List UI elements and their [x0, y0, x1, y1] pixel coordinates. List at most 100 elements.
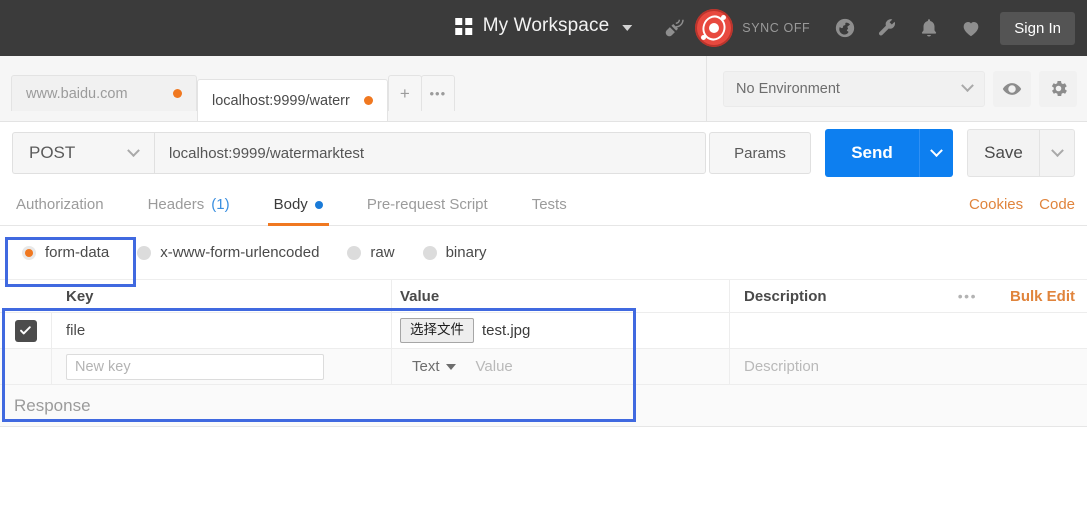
- request-tabs-list: www.baidu.com localhost:9999/waterr + ••…: [0, 56, 455, 121]
- row-key[interactable]: file: [52, 313, 392, 348]
- http-method-select[interactable]: POST: [12, 132, 154, 174]
- satellite-icon[interactable]: [653, 0, 695, 56]
- code-link[interactable]: Code: [1039, 196, 1075, 213]
- tab-options-button[interactable]: •••: [420, 75, 455, 111]
- http-method-label: POST: [29, 143, 76, 162]
- request-tab-strip: www.baidu.com localhost:9999/waterr + ••…: [0, 56, 1087, 122]
- value-type-select[interactable]: Text: [412, 358, 456, 375]
- environment-quick-look-button[interactable]: [993, 70, 1031, 107]
- radio-icon: [137, 245, 152, 260]
- request-tabs-links: Cookies Code: [969, 184, 1075, 225]
- row-checkbox-cell: [0, 349, 52, 384]
- form-data-table: Key Value Description ••• Bulk Edit file…: [0, 280, 1087, 385]
- radio-icon: [22, 245, 36, 260]
- tab-tests[interactable]: Tests: [510, 184, 589, 225]
- sign-in-button[interactable]: Sign In: [1000, 11, 1075, 45]
- row-enabled-checkbox[interactable]: [14, 319, 37, 342]
- chevron-down-icon: [622, 24, 633, 31]
- environment-select[interactable]: No Environment: [723, 70, 985, 107]
- tab-body[interactable]: Body: [252, 184, 345, 226]
- request-tab-baidu[interactable]: www.baidu.com: [11, 75, 197, 111]
- tab-label: Authorization: [16, 196, 104, 213]
- chevron-down-icon: [127, 143, 140, 157]
- sync-logo-icon: [695, 9, 734, 47]
- new-tab-button[interactable]: +: [387, 75, 422, 111]
- request-tab-localhost[interactable]: localhost:9999/waterr: [197, 79, 388, 121]
- body-type-label: form-data: [45, 244, 110, 261]
- new-key-cell: [52, 349, 392, 384]
- row-description[interactable]: [730, 313, 1087, 348]
- tab-authorization[interactable]: Authorization: [12, 184, 126, 225]
- globe-icon[interactable]: [824, 0, 866, 56]
- environment-label: No Environment: [736, 80, 840, 97]
- header-value: Value: [392, 280, 730, 312]
- wrench-icon[interactable]: [866, 0, 908, 56]
- unsaved-dot-icon: [173, 89, 182, 98]
- url-bar: POST Params Send Save: [0, 122, 1087, 184]
- headers-count: (1): [211, 196, 230, 213]
- unsaved-dot-icon: [363, 96, 373, 105]
- check-icon: [20, 326, 31, 335]
- chevron-down-icon: [930, 143, 943, 157]
- eye-icon: [1002, 82, 1022, 95]
- sync-status-group[interactable]: SYNC OFF: [695, 9, 824, 47]
- table-row: Text Value Description: [0, 349, 1087, 385]
- radio-icon: [347, 245, 362, 260]
- new-value-placeholder[interactable]: Value: [476, 358, 513, 375]
- body-type-selector: form-data x-www-form-urlencoded raw bina…: [0, 226, 1087, 280]
- row-value-cell: 选择文件 test.jpg: [392, 313, 730, 348]
- send-button[interactable]: Send: [825, 129, 919, 177]
- value-type-label: Text: [412, 358, 440, 375]
- workspace-selector[interactable]: My Workspace: [454, 15, 633, 37]
- grid-icon: [454, 17, 472, 35]
- workspace-title: My Workspace: [482, 15, 610, 36]
- request-section-tabs: Authorization Headers (1) Body Pre-reque…: [0, 184, 1087, 226]
- bell-icon[interactable]: [908, 0, 950, 56]
- row-checkbox-cell: [0, 313, 52, 348]
- caret-down-icon: [445, 363, 456, 370]
- header-description: Description: [744, 287, 827, 305]
- send-button-group: Send: [825, 129, 953, 177]
- header-key: Key: [52, 280, 392, 312]
- app-top-bar: My Workspace SYNC OFF Sign In: [0, 0, 1087, 56]
- save-button[interactable]: Save: [967, 129, 1039, 177]
- table-options-button[interactable]: •••: [958, 288, 977, 304]
- chevron-down-icon: [1050, 143, 1064, 157]
- params-button[interactable]: Params: [709, 132, 811, 174]
- response-section-header: Response: [0, 385, 1087, 427]
- body-type-form-data[interactable]: form-data: [22, 244, 109, 261]
- tab-label: Pre-request Script: [366, 196, 488, 213]
- body-type-urlencoded[interactable]: x-www-form-urlencoded: [137, 244, 319, 261]
- tab-headers[interactable]: Headers (1): [126, 184, 252, 225]
- chevron-down-icon: [961, 79, 974, 93]
- body-type-label: raw: [370, 244, 395, 261]
- request-tab-label: localhost:9999/waterr: [212, 92, 350, 109]
- save-options-button[interactable]: [1039, 129, 1075, 177]
- tab-label: Headers: [147, 196, 205, 213]
- body-type-binary[interactable]: binary: [422, 244, 487, 261]
- body-modified-dot-icon: [314, 200, 323, 209]
- header-description-cell: Description ••• Bulk Edit: [730, 280, 1087, 312]
- table-row: file 选择文件 test.jpg: [0, 313, 1087, 349]
- tab-label: Tests: [531, 196, 567, 213]
- gear-icon: [1051, 80, 1067, 97]
- header-checkbox-cell: [0, 280, 52, 312]
- send-options-button[interactable]: [919, 129, 953, 177]
- new-value-cell: Text Value: [392, 349, 730, 384]
- bulk-edit-link[interactable]: Bulk Edit: [1010, 288, 1075, 305]
- new-key-input[interactable]: [66, 353, 324, 380]
- tab-pre-request-script[interactable]: Pre-request Script: [345, 184, 510, 225]
- body-type-label: binary: [445, 244, 487, 261]
- body-type-raw[interactable]: raw: [347, 244, 395, 261]
- choose-file-button[interactable]: 选择文件: [400, 318, 474, 343]
- cookies-link[interactable]: Cookies: [969, 196, 1023, 213]
- environment-area: No Environment: [706, 56, 1077, 121]
- body-type-label: x-www-form-urlencoded: [160, 244, 320, 261]
- tab-label: Body: [273, 196, 308, 213]
- heart-icon[interactable]: [950, 0, 992, 56]
- response-body-area: [0, 427, 1087, 520]
- table-header-row: Key Value Description ••• Bulk Edit: [0, 280, 1087, 313]
- new-description-placeholder[interactable]: Description: [730, 349, 1087, 384]
- environment-settings-button[interactable]: [1039, 70, 1077, 107]
- request-url-input[interactable]: [154, 132, 706, 174]
